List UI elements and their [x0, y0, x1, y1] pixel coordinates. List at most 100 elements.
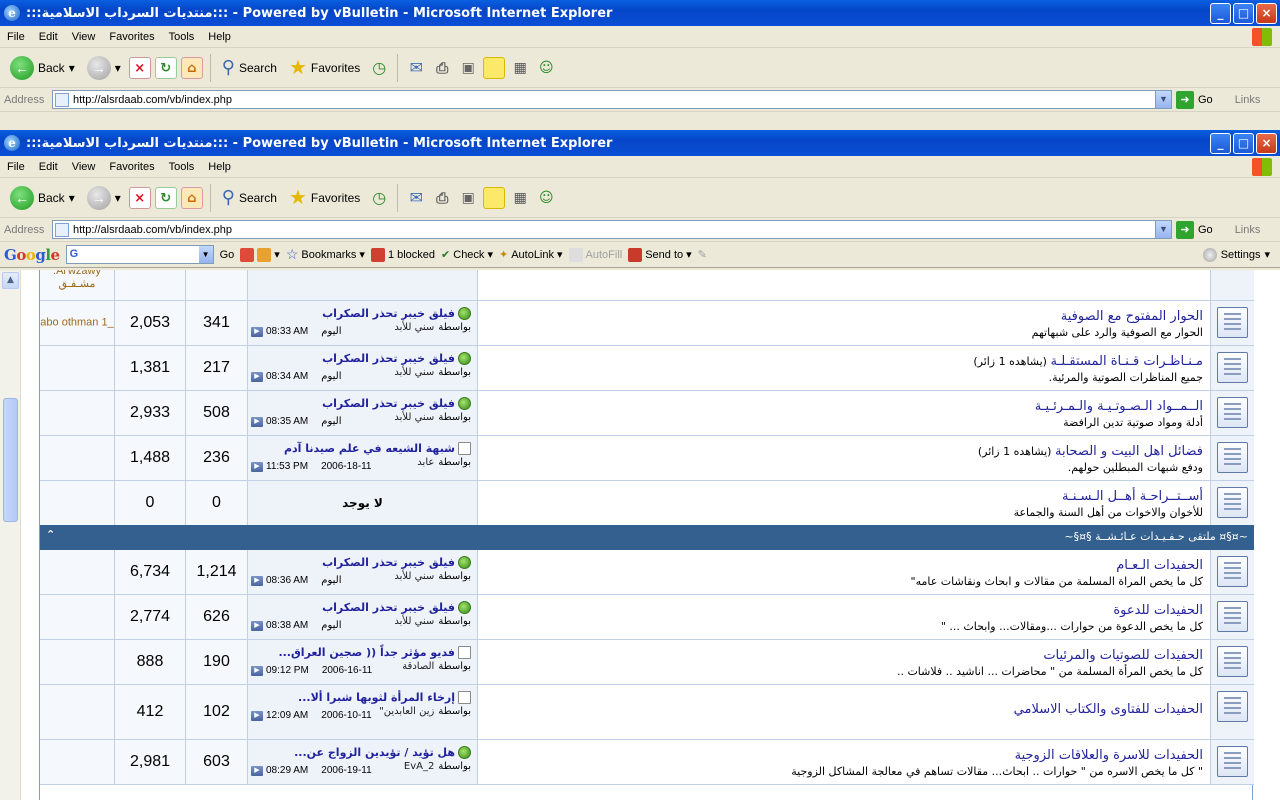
mail-icon[interactable]: ✉ [405, 187, 427, 209]
last-post-title[interactable]: فيلق خيبر تحذر الصكراب [322, 307, 455, 320]
home-icon[interactable]: ⌂ [180, 186, 203, 209]
go-button[interactable]: ➜ Go [1176, 90, 1213, 109]
home-icon[interactable]: ⌂ [180, 56, 203, 79]
last-post-title[interactable]: فيلق خيبر تحذر الصكراب [322, 352, 455, 365]
last-post-title[interactable]: فيلق خيبر تحذر الصكراب [322, 556, 455, 569]
print-icon[interactable]: ⎙ [431, 57, 453, 79]
spellcheck-button[interactable]: ✔ Check ▾ [441, 248, 493, 262]
menu-favorites[interactable]: Favorites [102, 161, 161, 173]
menu-view[interactable]: View [65, 31, 103, 43]
last-post-title[interactable]: فديو مؤثر جداً (( صجين العراق... [278, 646, 455, 659]
chevron-down-icon[interactable]: ▼ [1155, 91, 1171, 108]
menu-favorites[interactable]: Favorites [102, 31, 161, 43]
menu-edit[interactable]: Edit [32, 31, 65, 43]
go-button[interactable]: ➜ Go [1176, 220, 1213, 239]
last-post-author[interactable]: سني للأبد [394, 571, 434, 582]
last-post-author[interactable]: الصادقة [402, 661, 434, 672]
forum-name-link[interactable]: الحفيدات للدعوة [1113, 603, 1203, 618]
menu-view[interactable]: View [65, 161, 103, 173]
last-post-title[interactable]: فيلق خيبر تحذر الصكراب [322, 397, 455, 410]
last-post-author[interactable]: سني للأبد [394, 322, 434, 333]
autolink-button[interactable]: ✦ AutoLink ▾ [499, 248, 563, 262]
chevron-down-icon[interactable]: ▾ [115, 61, 121, 75]
go-to-last-post-icon[interactable]: ▶ [251, 371, 263, 382]
last-post-author[interactable]: عابد [417, 457, 434, 468]
last-post-title[interactable]: إرخاء المرأة لثوبها شبرا ألا... [298, 691, 455, 704]
chevron-down-icon[interactable]: ▾ [69, 61, 75, 75]
title-bar[interactable]: e :::منتديات السرداب الاسلامية::: - Powe… [0, 0, 1280, 26]
collapse-icon[interactable]: ⌃ [46, 528, 55, 541]
minimize-button[interactable]: _ [1210, 133, 1231, 154]
menu-help[interactable]: Help [201, 161, 238, 173]
chevron-down-icon[interactable]: ▾ [115, 191, 121, 205]
go-to-last-post-icon[interactable]: ▶ [251, 416, 263, 427]
note-icon[interactable] [483, 56, 506, 79]
menu-tools[interactable]: Tools [162, 161, 202, 173]
moderator-link[interactable]: .Al'wzawy مشـفـق [40, 270, 114, 291]
last-post-author[interactable]: سني للأبد [394, 616, 434, 627]
edit-icon[interactable]: ▣ [457, 187, 479, 209]
address-input[interactable]: http://alsrdaab.com/vb/index.php ▼ [52, 220, 1172, 239]
moderator-link[interactable]: abo othman 1_ [40, 317, 114, 330]
title-bar[interactable]: e :::منتديات السرداب الاسلامية::: - Powe… [0, 130, 1280, 156]
stop-icon[interactable]: × [128, 186, 151, 209]
forum-name-link[interactable]: الحفيدات للفتاوى والكتاب الاسلامي [1014, 702, 1203, 717]
research-icon[interactable]: ▦ [509, 187, 531, 209]
back-button[interactable]: ← Back ▾ [6, 54, 79, 82]
maximize-button[interactable]: □ [1233, 133, 1254, 154]
menu-edit[interactable]: Edit [32, 161, 65, 173]
forum-name-link[interactable]: الحفيدات للصوتيات والمرئيات [1043, 648, 1203, 663]
vertical-scrollbar[interactable]: ▲ [0, 270, 21, 800]
menu-help[interactable]: Help [201, 31, 238, 43]
menu-file[interactable]: File [0, 161, 32, 173]
menu-file[interactable]: File [0, 31, 32, 43]
pagerank-icon[interactable]: ▾ [240, 247, 280, 262]
forum-name-link[interactable]: الحفيدات للاسرة والعلاقات الزوجية [1015, 748, 1203, 763]
chevron-down-icon[interactable]: ▾ [69, 191, 75, 205]
messenger-icon[interactable]: ☺ [535, 57, 557, 79]
note-icon[interactable] [483, 186, 506, 209]
last-post-title[interactable]: شبهة الشيعه في علم صيدنا آدم [284, 442, 455, 455]
edit-icon[interactable]: ▣ [457, 57, 479, 79]
search-button[interactable]: ⚲ Search [218, 185, 281, 210]
menu-tools[interactable]: Tools [162, 31, 202, 43]
forum-name-link[interactable]: الــمــواد الـصـوتـيـة والـمـرئـيـة [1035, 399, 1203, 414]
go-to-last-post-icon[interactable]: ▶ [251, 575, 263, 586]
mail-icon[interactable]: ✉ [405, 57, 427, 79]
settings-button[interactable]: Settings ▾ [1202, 247, 1270, 262]
favorites-button[interactable]: ★ Favorites [285, 183, 364, 212]
scroll-thumb[interactable] [3, 398, 18, 522]
go-to-last-post-icon[interactable]: ▶ [251, 620, 263, 631]
address-input[interactable]: http://alsrdaab.com/vb/index.php ▼ [52, 90, 1172, 109]
search-button[interactable]: ⚲ Search [218, 55, 281, 80]
messenger-icon[interactable]: ☺ [535, 187, 557, 209]
last-post-title[interactable]: هل تؤيد / تؤيدين الزواج عن... [294, 746, 455, 759]
forum-name-link[interactable]: مـنـاظـرات قـنـاة المستقـلـة [1050, 354, 1203, 369]
scroll-up-icon[interactable]: ▲ [2, 272, 19, 289]
go-to-last-post-icon[interactable]: ▶ [251, 765, 263, 776]
back-button[interactable]: ← Back ▾ [6, 184, 79, 212]
print-icon[interactable]: ⎙ [431, 187, 453, 209]
forward-button[interactable]: → ▾ [83, 54, 125, 82]
highlight-icon[interactable]: ✎ [698, 248, 707, 261]
bookmarks-button[interactable]: ☆ Bookmarks ▾ [286, 246, 365, 263]
last-post-author[interactable]: سني للأبد [394, 412, 434, 423]
forum-name-link[interactable]: الحوار المفتوح مع الصوفية [1061, 309, 1203, 324]
forum-name-link[interactable]: أســتــراحـة أهــل الـسـنـة [1062, 489, 1203, 504]
close-button[interactable]: × [1256, 3, 1277, 24]
links-button[interactable]: Links [1235, 224, 1261, 236]
category-title[interactable]: ~¤§¤ ملتقى حـفـيـدات عـائـشــة §¤§~ [1064, 530, 1248, 543]
popup-blocker-button[interactable]: 1 blocked [370, 247, 435, 262]
favorites-button[interactable]: ★ Favorites [285, 53, 364, 82]
last-post-title[interactable]: فيلق خيبر تحذر الصكراب [322, 601, 455, 614]
refresh-icon[interactable]: ↻ [154, 56, 177, 79]
autofill-button[interactable]: AutoFill [568, 247, 622, 262]
research-icon[interactable]: ▦ [509, 57, 531, 79]
google-search-input[interactable]: G ▼ [65, 245, 214, 264]
google-go-button[interactable]: Go [220, 249, 235, 261]
chevron-down-icon[interactable]: ▼ [198, 246, 213, 263]
stop-icon[interactable]: × [128, 56, 151, 79]
refresh-icon[interactable]: ↻ [154, 186, 177, 209]
chevron-down-icon[interactable]: ▼ [1155, 221, 1171, 238]
forward-button[interactable]: → ▾ [83, 184, 125, 212]
